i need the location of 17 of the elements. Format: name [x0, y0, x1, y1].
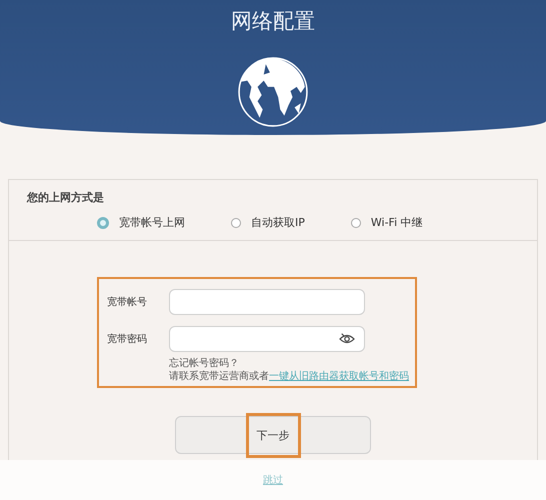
- radio-button[interactable]: [350, 218, 361, 228]
- page-title: 网络配置: [231, 8, 315, 34]
- account-field[interactable]: [169, 289, 365, 315]
- field-label: 宽带密码: [107, 332, 148, 346]
- radio-option[interactable]: 自动获取IP: [231, 215, 305, 230]
- globe-icon: [237, 56, 309, 128]
- hint-text: 请联系宽带运营商或者: [169, 371, 269, 382]
- help-text: 忘记帐号密码？: [169, 357, 240, 370]
- radio-button[interactable]: [97, 216, 109, 228]
- radio-option[interactable]: Wi-Fi 中继: [350, 215, 423, 230]
- field-label: 宽带帐号: [107, 296, 148, 309]
- radio-option[interactable]: 宽带帐号上网: [97, 215, 185, 230]
- eye-icon[interactable]: [338, 332, 356, 346]
- password-field[interactable]: [169, 326, 365, 352]
- connection-label: 您的上网方式是: [27, 190, 105, 205]
- highlight-frame: 下一步: [246, 412, 300, 458]
- radio-button[interactable]: [231, 218, 241, 228]
